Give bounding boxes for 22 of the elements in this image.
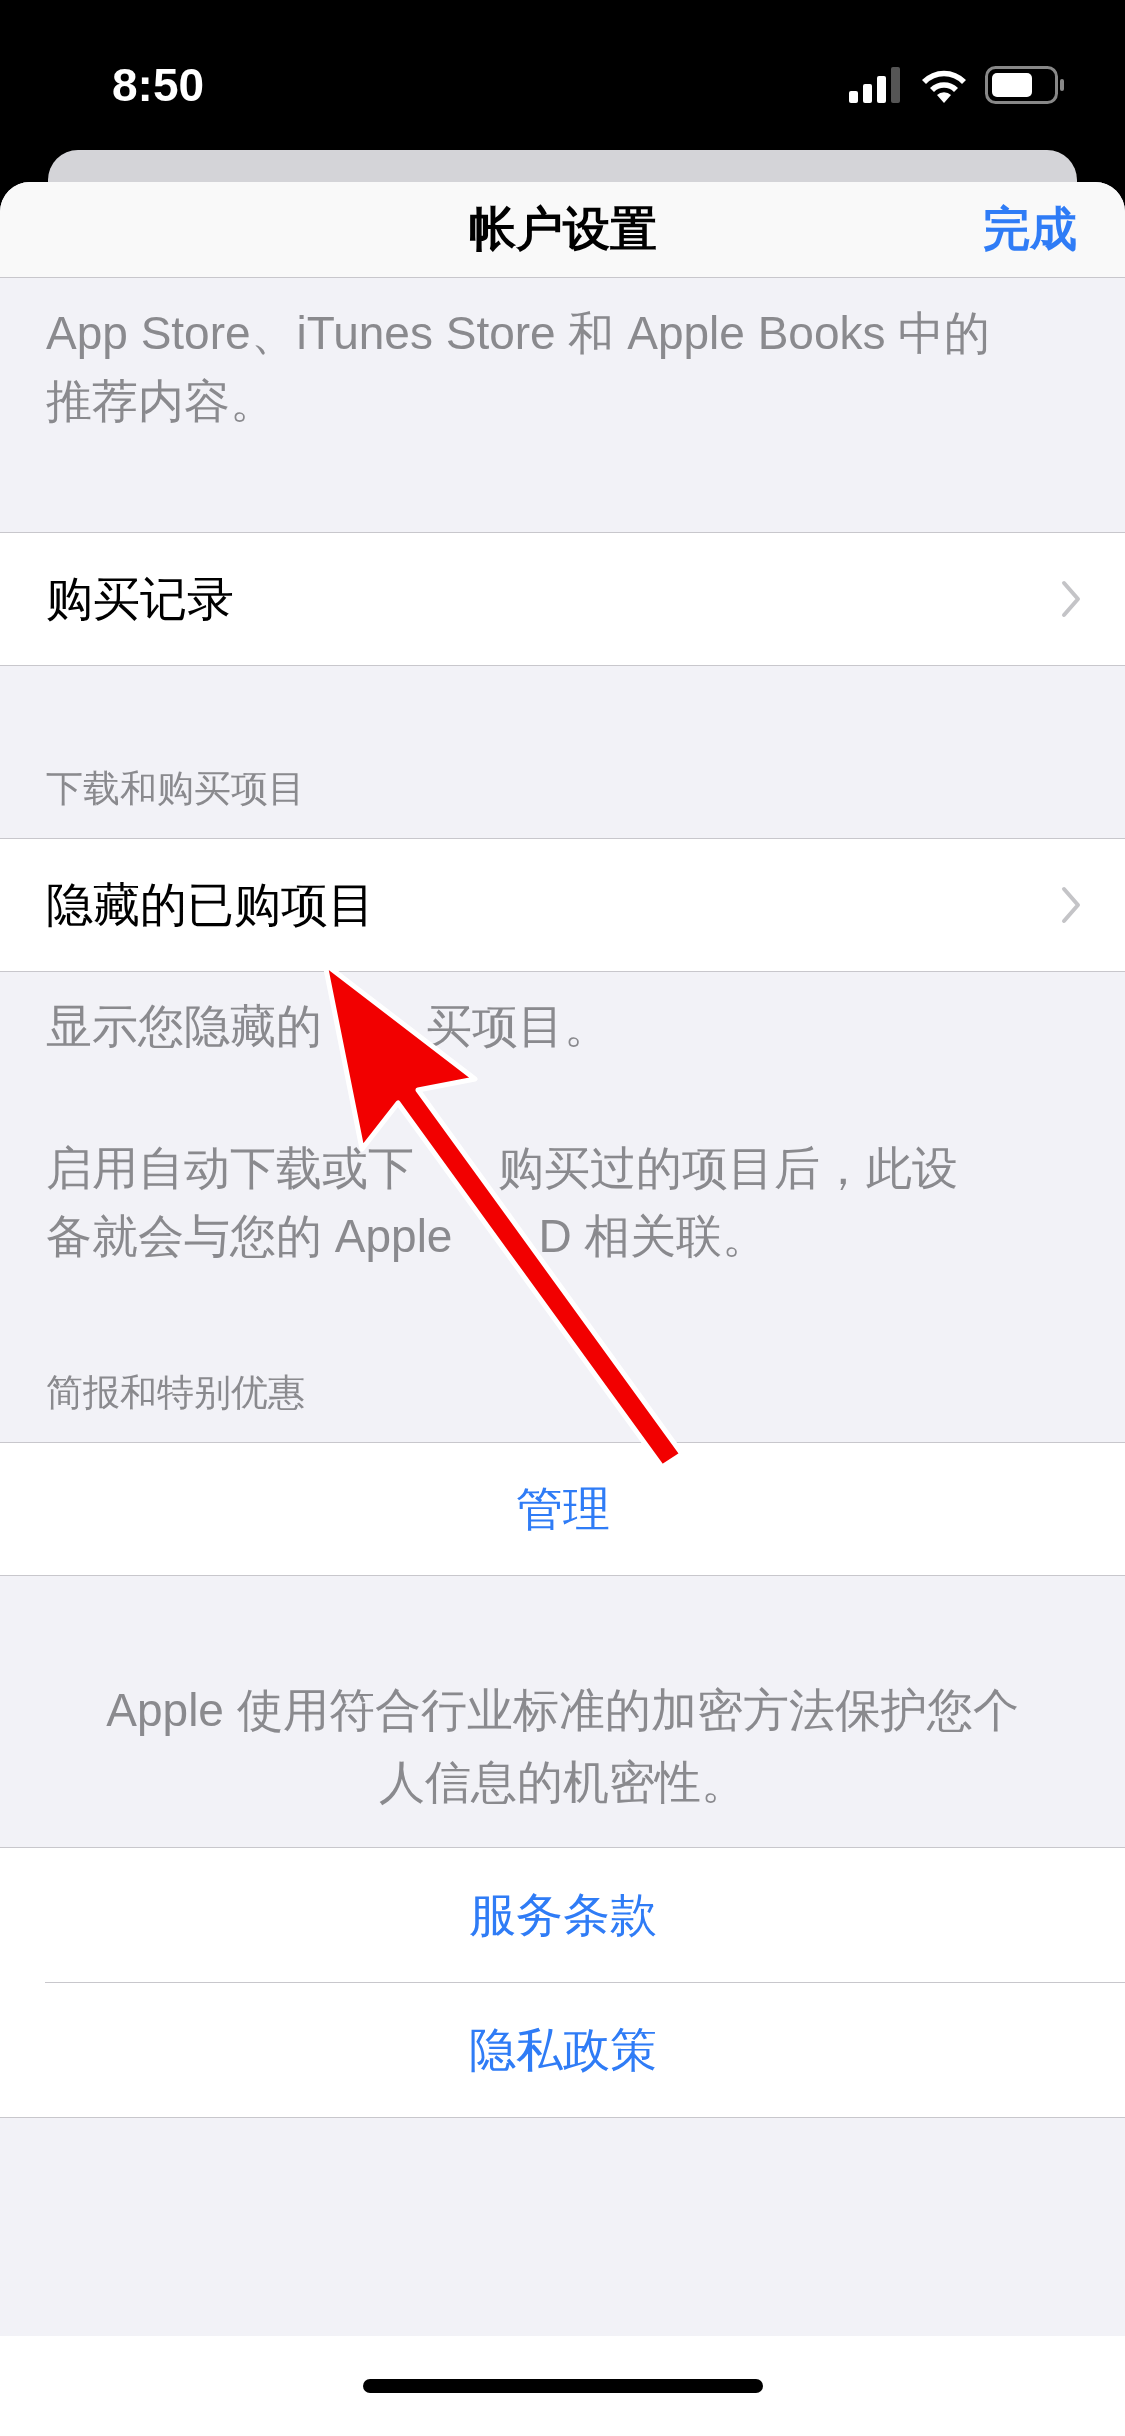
chevron-icon <box>1061 886 1081 924</box>
privacy-note: Apple 使用符合行业标准的加密方法保护您个人信息的机密性。 <box>105 1683 1020 1810</box>
section-header: 简报和特别优惠 <box>46 1370 305 1415</box>
footer-text: 购买过的项目后，此设 <box>498 1140 958 1196</box>
footer-text: 显示您隐藏的 <box>46 998 322 1054</box>
footer-text: 买项目。 <box>426 998 610 1054</box>
footer-text: 启用自动下载或下 <box>46 1140 414 1196</box>
footer-text: D 相关联。 <box>538 1208 769 1264</box>
chevron-icon <box>1061 580 1081 618</box>
list-row[interactable]: 隐藏的已购项目 <box>0 838 1125 972</box>
status-time: 8:50 <box>112 57 205 113</box>
list-row[interactable]: 购买记录 <box>0 532 1125 666</box>
done-button[interactable]: 完成 <box>983 194 1077 265</box>
nav-title: 帐户设置 <box>468 201 657 258</box>
section-header: 下载和购买项目 <box>46 766 305 811</box>
footer-text: 备就会与您的 Apple <box>46 1208 453 1264</box>
intro-note: App Store、iTunes Store 和 Apple Books 中的推荐内容。 <box>46 306 992 429</box>
legal-link[interactable]: 服务条款 <box>0 1848 1125 1982</box>
signal-icon <box>849 67 903 103</box>
legal-link[interactable]: 隐私政策 <box>0 1983 1125 2117</box>
manage-button[interactable]: 管理 <box>0 1442 1125 1576</box>
battery-icon <box>985 66 1065 104</box>
